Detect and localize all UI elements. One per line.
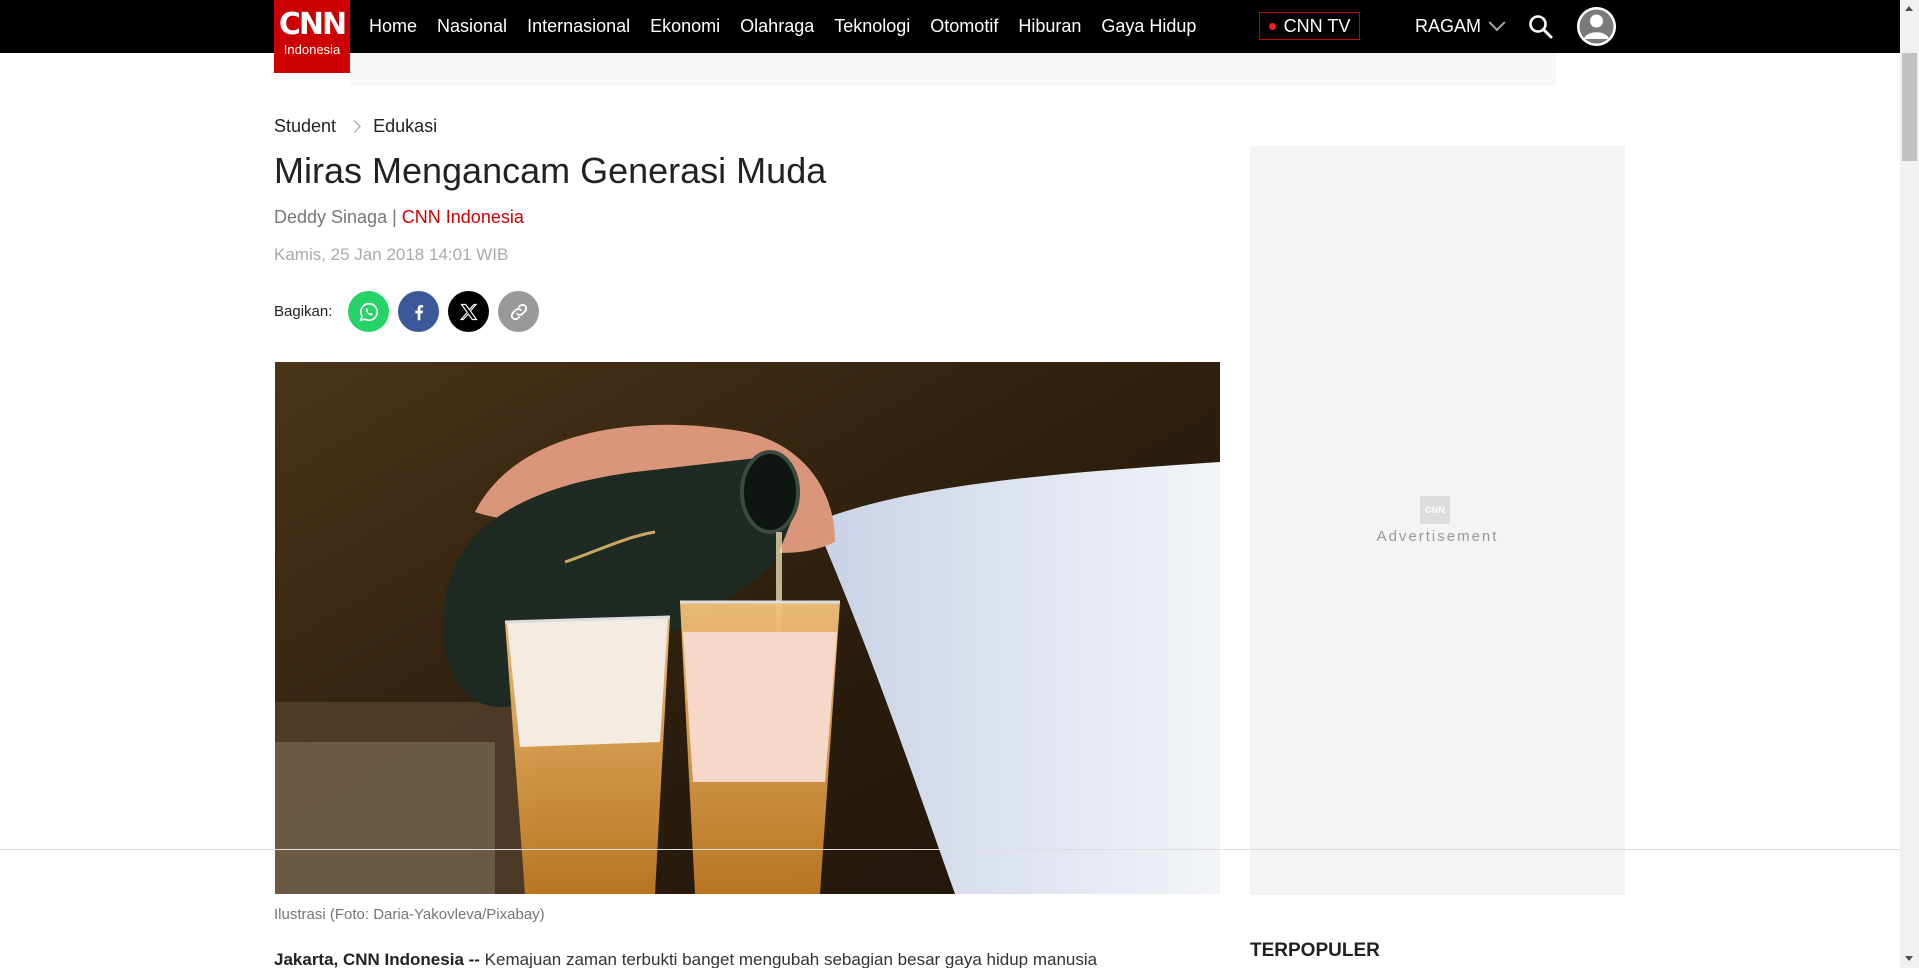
share-bar: Bagikan: (274, 291, 548, 332)
nav-item-teknologi[interactable]: Teknologi (834, 16, 910, 37)
nav-item-nasional[interactable]: Nasional (437, 16, 507, 37)
advertisement-label: Advertisement (1376, 528, 1499, 545)
article-body: Jakarta, CNN Indonesia -- Kemajuan zaman… (274, 950, 1224, 968)
scroll-down-arrow-icon[interactable] (1905, 956, 1913, 961)
terpopuler-heading: TERPOPULER (1250, 940, 1380, 961)
live-dot-icon (1268, 22, 1276, 30)
user-avatar-icon[interactable] (1577, 7, 1616, 46)
scroll-up-arrow-icon[interactable] (1905, 6, 1913, 11)
article-title: Miras Mengancam Generasi Muda (274, 150, 827, 191)
article-body-text: Kemajuan zaman terbukti banget mengubah … (479, 950, 1098, 968)
top-navbar: CNN Indonesia Home Nasional Internasiona… (0, 0, 1900, 73)
page-scrollbar[interactable] (1900, 0, 1919, 968)
cnn-tv-label: CNN TV (1283, 15, 1351, 36)
sticky-bar-divider (0, 849, 1900, 850)
nav-item-olahraga[interactable]: Olahraga (740, 16, 814, 37)
article-byline: Deddy Sinaga | CNN Indonesia (274, 207, 524, 228)
nav-item-ekonomi[interactable]: Ekonomi (650, 16, 720, 37)
search-icon[interactable] (1528, 14, 1554, 40)
x-icon[interactable] (448, 291, 490, 332)
breadcrumb-student[interactable]: Student (274, 116, 336, 137)
scrollbar-thumb[interactable] (1902, 53, 1917, 161)
cnn-tv-button[interactable]: CNN TV (1259, 12, 1360, 40)
article-dateline: Jakarta, CNN Indonesia -- (274, 950, 480, 968)
author-name: Deddy Sinaga | (274, 207, 397, 227)
main-nav: Home Nasional Internasional Ekonomi Olah… (369, 0, 1216, 53)
article-photo (275, 362, 1220, 894)
breadcrumb: Student Edukasi (274, 116, 437, 137)
cnn-indonesia-logo[interactable]: CNN Indonesia (274, 0, 350, 73)
cnn-ad-logo: CNN (1420, 496, 1450, 524)
nav-item-home[interactable]: Home (369, 16, 417, 37)
breadcrumb-edukasi[interactable]: Edukasi (373, 116, 437, 137)
photo-caption: Ilustrasi (Foto: Daria-Yakovleva/Pixabay… (274, 906, 545, 923)
link-icon[interactable] (498, 291, 540, 332)
whatsapp-icon[interactable] (348, 291, 390, 332)
ragam-dropdown[interactable]: RAGAM (1415, 0, 1506, 53)
nav-item-hiburan[interactable]: Hiburan (1018, 16, 1081, 37)
ragam-label: RAGAM (1415, 16, 1482, 36)
article-date: Kamis, 25 Jan 2018 14:01 WIB (274, 245, 509, 264)
nav-item-internasional[interactable]: Internasional (527, 16, 630, 37)
sidebar-advertisement[interactable]: CNN Advertisement (1250, 146, 1625, 895)
source-link[interactable]: CNN Indonesia (402, 207, 524, 227)
chevron-right-icon (348, 120, 361, 133)
top-ad-strip (350, 53, 1556, 86)
logo-subtext: Indonesia (283, 42, 341, 57)
facebook-icon[interactable] (398, 291, 440, 332)
nav-item-otomotif[interactable]: Otomotif (930, 16, 998, 37)
chevron-down-icon (1488, 13, 1506, 31)
share-label: Bagikan: (274, 303, 333, 320)
logo-text: CNN (278, 7, 347, 42)
nav-item-gaya-hidup[interactable]: Gaya Hidup (1101, 16, 1196, 37)
